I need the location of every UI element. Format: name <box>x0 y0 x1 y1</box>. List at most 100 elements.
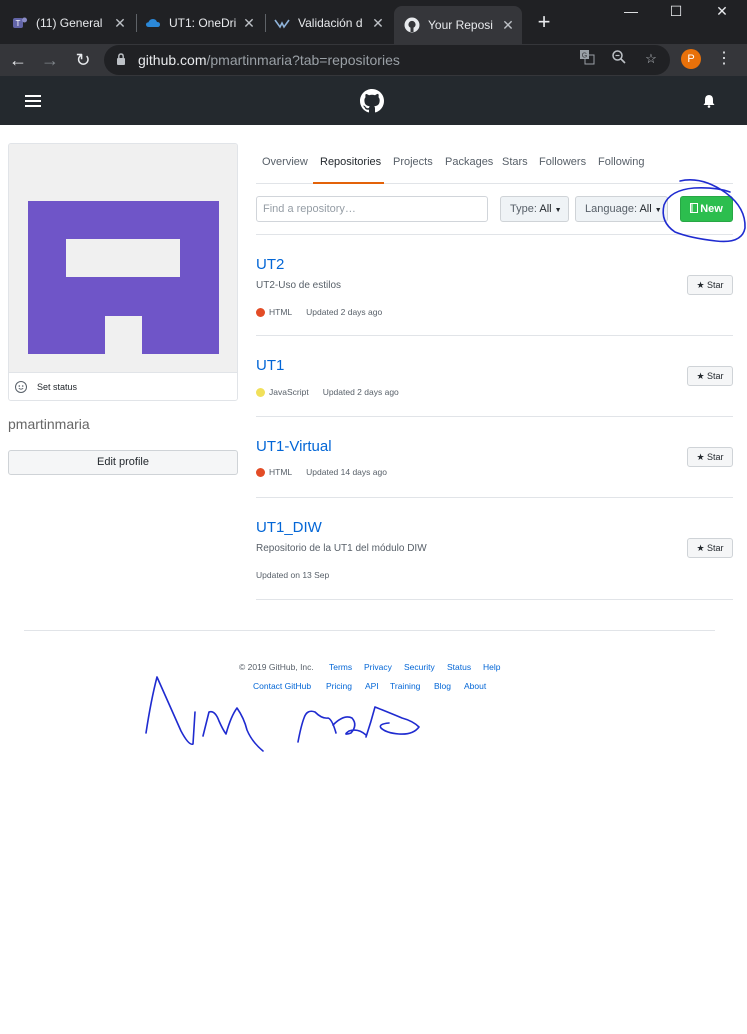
profile-nav-tabs: Overview Repositories Projects Packages … <box>256 143 733 184</box>
tab-followers[interactable]: Followers <box>539 156 586 168</box>
star-label: Star <box>707 543 724 553</box>
translate-icon[interactable]: G <box>577 49 597 69</box>
tab-title: Your Reposi <box>428 18 493 32</box>
repo-name-link[interactable]: UT1 <box>256 357 284 374</box>
language-filter-label: Language: <box>585 203 637 215</box>
browser-menu-icon[interactable]: ⋮ <box>716 49 732 69</box>
star-button[interactable]: ★ Star <box>687 538 733 558</box>
repo-separator <box>256 416 733 417</box>
forward-arrow-icon[interactable]: → <box>38 48 62 72</box>
set-status-button[interactable]: Set status <box>9 372 237 400</box>
lock-icon <box>116 52 132 68</box>
minimize-button[interactable]: — <box>619 3 643 19</box>
tab-title: Validación d <box>298 16 363 30</box>
close-tab-icon[interactable]: ✕ <box>370 15 386 32</box>
url-path: /pmartinmaria?tab=repositories <box>206 52 400 68</box>
tab-repositories[interactable]: Repositories <box>320 156 381 168</box>
tab-projects[interactable]: Projects <box>393 156 433 168</box>
browser-tab-onedrive[interactable]: UT1: OneDri ✕ <box>145 8 263 38</box>
close-tab-icon[interactable]: ✕ <box>500 17 516 34</box>
close-tab-icon[interactable]: ✕ <box>241 15 257 32</box>
type-filter-label: Type: <box>510 203 537 215</box>
repo-language: JavaScript <box>269 387 309 397</box>
repo-separator <box>256 335 733 336</box>
tab-separator <box>136 14 137 32</box>
repo-meta: JavaScript Updated 2 days ago <box>256 387 399 397</box>
onedrive-icon <box>145 15 161 31</box>
repo-icon <box>690 198 699 222</box>
footer-link-about[interactable]: About <box>464 681 486 691</box>
new-tab-button[interactable]: + <box>534 11 554 33</box>
repo-separator <box>256 497 733 498</box>
footer-link-terms[interactable]: Terms <box>329 662 352 672</box>
caret-down-icon: ▼ <box>654 207 662 214</box>
footer-row-1: © 2019 GitHub, Inc. Terms Privacy Securi… <box>0 662 747 674</box>
footer-link-contact[interactable]: Contact GitHub <box>253 681 311 691</box>
tab-overview[interactable]: Overview <box>262 156 308 168</box>
language-filter-dropdown[interactable]: Language: All ▼ <box>575 196 668 222</box>
star-icon: ★ <box>696 543 705 553</box>
teams-icon: T <box>12 15 28 31</box>
tab-following[interactable]: Following <box>598 156 644 168</box>
star-label: Star <box>707 452 724 462</box>
smiley-icon <box>15 380 27 393</box>
maximize-button[interactable]: ☐ <box>664 3 688 20</box>
find-repository-input[interactable]: Find a repository… <box>256 196 488 222</box>
github-header <box>0 76 747 125</box>
repo-updated: Updated 2 days ago <box>306 307 383 317</box>
browser-tab-validator[interactable]: Validación d ✕ <box>274 8 392 38</box>
repo-name-link[interactable]: UT1-Virtual <box>256 438 332 455</box>
footer-link-training[interactable]: Training <box>390 681 420 691</box>
notifications-bell-icon[interactable] <box>702 94 716 108</box>
close-window-button[interactable]: ✕ <box>710 3 734 20</box>
browser-tab-github[interactable]: Your Reposi ✕ <box>394 6 522 44</box>
footer-link-help[interactable]: Help <box>483 662 500 672</box>
repo-description: Repositorio de la UT1 del módulo DIW <box>256 543 427 554</box>
language-color-dot <box>256 307 265 317</box>
tab-title: (11) General <box>36 16 103 30</box>
repo-language: HTML <box>269 467 293 477</box>
profile-avatar-box[interactable]: Set status <box>8 143 238 401</box>
tab-stars[interactable]: Stars <box>502 156 528 168</box>
back-arrow-icon[interactable]: ← <box>6 48 30 72</box>
repo-list-item: UT1-Virtual HTML Updated 14 days ago ★ S… <box>256 438 733 488</box>
github-logo-icon[interactable] <box>360 89 384 113</box>
handwriting-stroke-r <box>297 710 337 743</box>
star-label: Star <box>707 371 724 381</box>
repo-list-item: UT2 UT2-Uso de estilos HTML Updated 2 da… <box>256 256 733 326</box>
zoom-icon[interactable] <box>609 49 629 69</box>
footer-link-status[interactable]: Status <box>447 662 471 672</box>
tab-packages[interactable]: Packages <box>445 156 493 168</box>
repo-description: UT2-Uso de estilos <box>256 280 342 291</box>
repo-meta: HTML Updated 14 days ago <box>256 467 387 477</box>
type-filter-dropdown[interactable]: Type: All ▼ <box>500 196 569 222</box>
repo-language: HTML <box>269 307 293 317</box>
star-button[interactable]: ★ Star <box>687 447 733 467</box>
bookmark-star-icon[interactable]: ☆ <box>641 49 661 69</box>
star-button[interactable]: ★ Star <box>687 366 733 386</box>
repo-name-link[interactable]: UT2 <box>256 256 284 273</box>
handwriting-stroke-b <box>365 706 420 738</box>
validator-icon <box>274 15 290 31</box>
repo-name-link[interactable]: UT1_DIW <box>256 519 322 536</box>
footer-link-pricing[interactable]: Pricing <box>326 681 352 691</box>
star-button[interactable]: ★ Star <box>687 275 733 295</box>
footer-link-security[interactable]: Security <box>404 662 435 672</box>
reload-icon[interactable]: ↻ <box>71 48 95 72</box>
language-color-dot <box>256 387 265 397</box>
repo-meta: Updated on 13 Sep <box>256 570 329 580</box>
edit-profile-button[interactable]: Edit profile <box>8 450 238 475</box>
browser-toolbar: ← → ↻ github.com/pmartinmaria?tab=reposi… <box>0 44 747 76</box>
repo-list-item: UT1 JavaScript Updated 2 days ago ★ Star <box>256 357 733 407</box>
footer-link-privacy[interactable]: Privacy <box>364 662 392 672</box>
new-repository-button[interactable]: New <box>680 196 733 222</box>
handwriting-stroke-a <box>332 716 367 736</box>
browser-tab-teams[interactable]: T (11) General ✕ <box>12 8 134 38</box>
profile-avatar[interactable]: P <box>681 49 701 69</box>
close-tab-icon[interactable]: ✕ <box>112 15 128 32</box>
hamburger-menu-icon[interactable] <box>25 95 41 107</box>
repo-separator <box>256 599 733 600</box>
star-label: Star <box>707 280 724 290</box>
footer-link-api[interactable]: API <box>365 681 379 691</box>
footer-link-blog[interactable]: Blog <box>434 681 451 691</box>
